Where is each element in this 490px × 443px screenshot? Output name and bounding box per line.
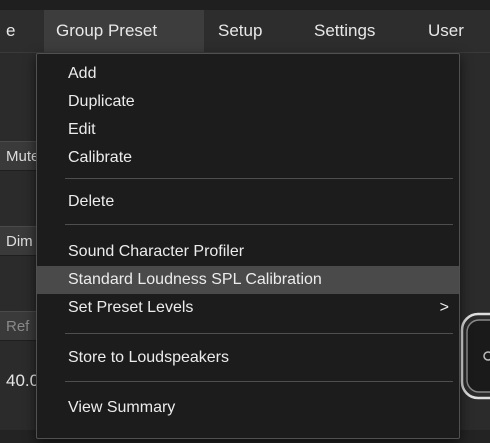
menu-file[interactable]: e xyxy=(0,10,34,52)
menu-bar: e Group Preset Setup Settings User xyxy=(0,10,490,53)
set-preset-levels-label: Set Preset Levels xyxy=(68,299,194,316)
menu-separator xyxy=(65,224,453,225)
submenu-arrow-icon: > xyxy=(439,299,449,316)
mute-label: Mute xyxy=(6,148,40,165)
menu-item-store-to-loudspeakers[interactable]: Store to Loudspeakers xyxy=(37,344,459,372)
menu-item-edit[interactable]: Edit xyxy=(37,116,459,144)
level-value: 40.0 xyxy=(6,371,40,390)
menu-separator xyxy=(65,178,453,179)
menu-separator xyxy=(65,381,453,382)
menu-item-view-summary[interactable]: View Summary xyxy=(37,394,459,422)
menu-item-delete[interactable]: Delete xyxy=(37,188,459,216)
menu-item-sound-character-profiler[interactable]: Sound Character Profiler xyxy=(37,238,459,266)
mute-button[interactable]: Mute xyxy=(0,141,40,171)
ref-button[interactable]: Ref xyxy=(0,311,40,341)
menu-settings[interactable]: Settings xyxy=(314,10,375,52)
dim-button[interactable]: Dim xyxy=(0,226,40,256)
menu-group-preset[interactable]: Group Preset xyxy=(44,10,204,52)
dim-label: Dim xyxy=(6,233,33,250)
group-preset-dropdown: Add Duplicate Edit Calibrate Delete Soun… xyxy=(36,53,460,439)
menu-item-set-preset-levels[interactable]: Set Preset Levels > xyxy=(37,294,459,322)
level-readout: 40.0 xyxy=(0,364,40,400)
menu-separator xyxy=(65,333,453,334)
menu-user[interactable]: User xyxy=(428,10,464,52)
menu-item-add[interactable]: Add xyxy=(37,60,459,88)
menu-item-calibrate[interactable]: Calibrate xyxy=(37,144,459,172)
menu-setup[interactable]: Setup xyxy=(218,10,262,52)
ref-label: Ref xyxy=(6,318,30,335)
window-top-strip xyxy=(0,0,490,10)
menu-item-standard-loudness-spl-calibration[interactable]: Standard Loudness SPL Calibration xyxy=(37,266,459,294)
menu-item-duplicate[interactable]: Duplicate xyxy=(37,88,459,116)
